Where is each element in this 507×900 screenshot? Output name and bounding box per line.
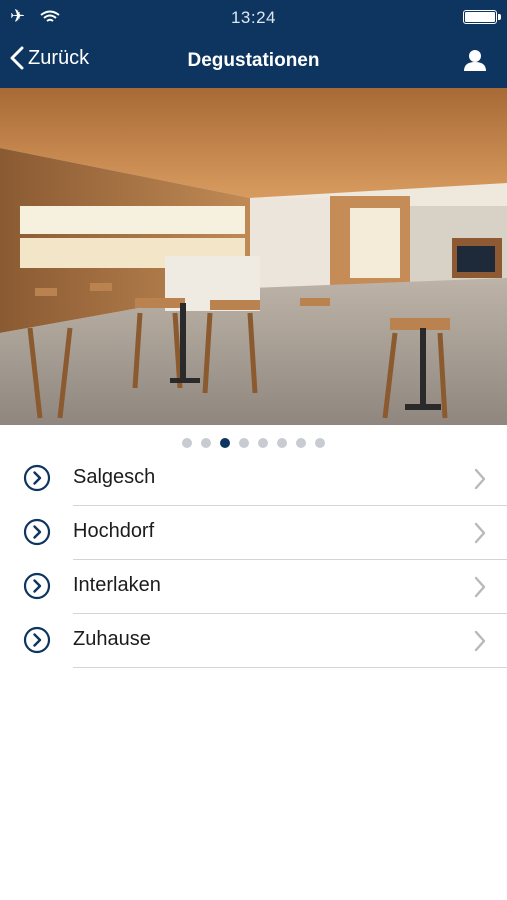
list-item-label: Salgesch xyxy=(73,466,156,488)
circle-chevron-right-icon xyxy=(23,626,51,654)
header: ✈ 13:24 Zurück Degustationen xyxy=(0,0,507,88)
chevron-right-icon xyxy=(474,576,486,598)
page-dot[interactable] xyxy=(296,438,306,448)
page-dot[interactable] xyxy=(220,438,230,448)
carousel-image[interactable] xyxy=(0,88,507,425)
list-item[interactable]: Hochdorf xyxy=(0,506,507,560)
page-indicator[interactable] xyxy=(0,438,507,450)
status-time: 13:24 xyxy=(230,8,277,27)
status-bar: ✈ 13:24 xyxy=(0,0,507,34)
page-dot[interactable] xyxy=(182,438,192,448)
restaurant-interior-photo xyxy=(0,88,507,425)
profile-button[interactable] xyxy=(463,48,487,72)
list-item-label: Zuhause xyxy=(73,628,151,650)
list-item[interactable]: Interlaken xyxy=(0,560,507,614)
page-title: Degustationen xyxy=(187,50,320,71)
page-dot[interactable] xyxy=(315,438,325,448)
navigation-bar: Zurück Degustationen xyxy=(0,34,507,88)
page-dot[interactable] xyxy=(258,438,268,448)
list-item-label: Hochdorf xyxy=(73,520,155,542)
list-item[interactable]: Salgesch xyxy=(0,452,507,506)
list-item[interactable]: Zuhause xyxy=(0,614,507,668)
list-item-label: Interlaken xyxy=(73,574,161,596)
page-dot[interactable] xyxy=(239,438,249,448)
chevron-right-icon xyxy=(474,630,486,652)
page-dot[interactable] xyxy=(277,438,287,448)
circle-chevron-right-icon xyxy=(23,464,51,492)
circle-chevron-right-icon xyxy=(23,518,51,546)
location-list: Salgesch Hochdorf Interlaken Zuhause xyxy=(0,452,507,668)
chevron-right-icon xyxy=(474,522,486,544)
row-separator xyxy=(73,666,507,668)
page-dot[interactable] xyxy=(201,438,211,448)
chevron-right-icon xyxy=(474,468,486,490)
circle-chevron-right-icon xyxy=(23,572,51,600)
battery-icon xyxy=(463,10,501,24)
